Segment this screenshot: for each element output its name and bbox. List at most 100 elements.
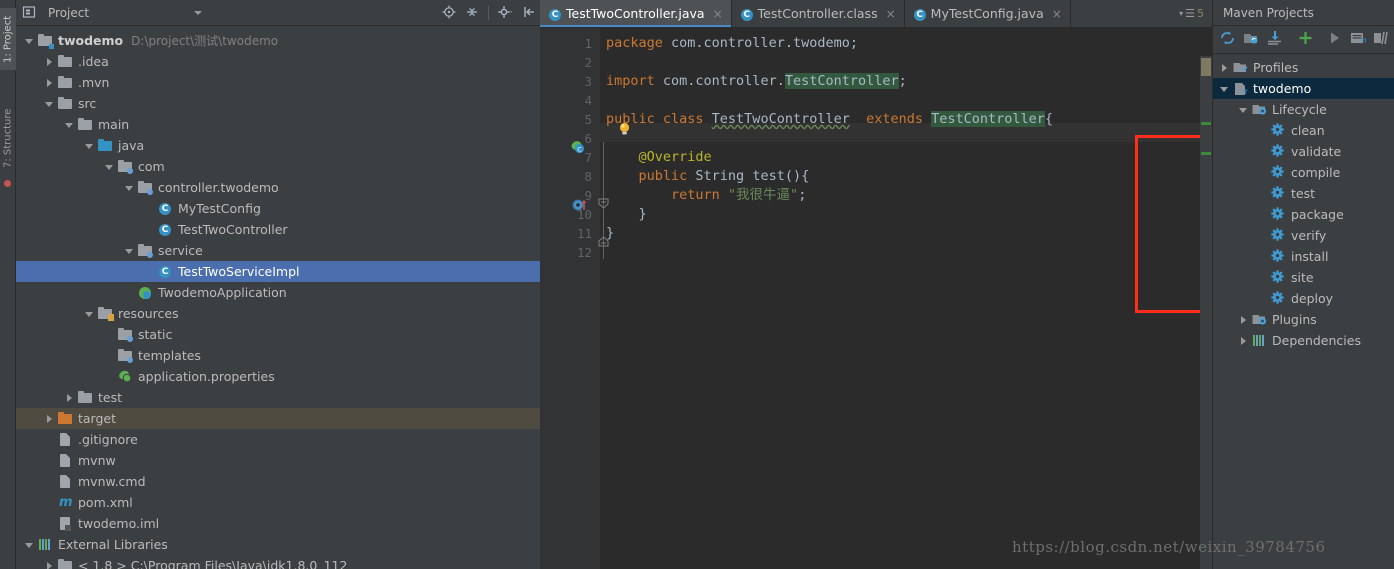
project-tree-row[interactable]: service: [16, 240, 540, 261]
maven-tree-row[interactable]: Lifecycle: [1213, 99, 1394, 120]
chevron-down-icon[interactable]: [24, 35, 35, 46]
project-tree-row[interactable]: resources: [16, 303, 540, 324]
maven-tree-row[interactable]: Plugins: [1213, 309, 1394, 330]
chevron-down-icon[interactable]: [44, 98, 55, 109]
chevron-down-icon[interactable]: [194, 11, 202, 15]
project-tree-row[interactable]: twodemo.iml: [16, 513, 540, 534]
skip-tests-icon[interactable]: [1373, 30, 1389, 49]
chevron-right-icon[interactable]: [44, 413, 55, 424]
code-line[interactable]: [606, 91, 614, 110]
intention-bulb-icon[interactable]: [618, 122, 631, 135]
tool-window-tab-project[interactable]: 1: Project: [0, 8, 16, 70]
project-tree-row[interactable]: application.properties: [16, 366, 540, 387]
editor-tab-bar[interactable]: C TestTwoController.java × C TestController.…: [540, 0, 1212, 28]
code-editor[interactable]: 1 2 3 4 5 6 7 8 9 10 11 12 package com.controller.t…: [540, 28, 1394, 569]
toggle-offline-icon[interactable]: m: [1349, 30, 1367, 49]
project-tree-row[interactable]: test: [16, 387, 540, 408]
chevron-right-icon[interactable]: [44, 56, 55, 67]
fold-region-start-icon[interactable]: [598, 198, 609, 209]
project-tree-row[interactable]: < 1.8 > C:\Program Files\Java\jdk1.8.0_1…: [16, 555, 540, 569]
chevron-down-icon[interactable]: [84, 308, 95, 319]
editor-gutter[interactable]: 1 2 3 4 5 6 7 8 9 10 11 12: [540, 28, 600, 569]
collapse-all-icon[interactable]: [465, 5, 479, 22]
hide-panel-icon[interactable]: [523, 5, 536, 22]
add-icon[interactable]: [1298, 30, 1313, 49]
maven-tree-row[interactable]: test: [1213, 183, 1394, 204]
project-tree-row[interactable]: com: [16, 156, 540, 177]
chevron-down-icon[interactable]: [24, 539, 35, 550]
editor-tab[interactable]: C TestController.class ×: [732, 0, 905, 27]
project-tree-row[interactable]: TwodemoApplication: [16, 282, 540, 303]
project-tree-row[interactable]: src: [16, 93, 540, 114]
code-line[interactable]: public class TestTwoController extends T…: [606, 110, 1053, 129]
maven-tree-row[interactable]: install: [1213, 246, 1394, 267]
project-tree-row[interactable]: .idea: [16, 51, 540, 72]
chevron-down-icon[interactable]: [1219, 83, 1230, 94]
chevron-down-icon[interactable]: [1238, 104, 1249, 115]
code-line[interactable]: package com.controller.twodemo;: [606, 34, 858, 53]
chevron-right-icon[interactable]: [44, 77, 55, 88]
project-tree-row[interactable]: C TestTwoServiceImpl: [16, 261, 540, 282]
tool-window-tab-structure[interactable]: 7: Structure: [0, 105, 16, 171]
chevron-right-icon[interactable]: [1238, 335, 1249, 346]
reimport-icon[interactable]: [1219, 30, 1236, 49]
overriding-method-icon[interactable]: [572, 198, 588, 212]
project-tree-row[interactable]: java: [16, 135, 540, 156]
fold-region-end-icon[interactable]: [598, 236, 609, 247]
code-line[interactable]: [606, 53, 614, 72]
chevron-down-icon[interactable]: [104, 161, 115, 172]
project-tree-row[interactable]: mvnw.cmd: [16, 471, 540, 492]
maven-tree-row[interactable]: deploy: [1213, 288, 1394, 309]
project-tree-row[interactable]: External Libraries: [16, 534, 540, 555]
project-tree-row[interactable]: twodemo D:\project\测试\twodemo: [16, 30, 540, 51]
maven-tree-row[interactable]: package: [1213, 204, 1394, 225]
code-line[interactable]: }: [606, 205, 647, 224]
chevron-down-icon[interactable]: [84, 140, 95, 151]
code-line[interactable]: return "我很牛逼";: [606, 186, 806, 205]
maven-tree-row[interactable]: verify: [1213, 225, 1394, 246]
project-tree-row[interactable]: main: [16, 114, 540, 135]
settings-gear-icon[interactable]: [498, 5, 514, 22]
code-line[interactable]: [606, 129, 614, 148]
chevron-right-icon[interactable]: [64, 392, 75, 403]
project-tree-row[interactable]: target: [16, 408, 540, 429]
editor-tab[interactable]: C MyTestConfig.java ×: [905, 0, 1071, 27]
code-line[interactable]: public String test(){: [606, 167, 810, 186]
chevron-right-icon[interactable]: [1219, 62, 1230, 73]
project-tree-row[interactable]: .mvn: [16, 72, 540, 93]
project-tree-row[interactable]: C TestTwoController: [16, 219, 540, 240]
project-tree-row[interactable]: m pom.xml: [16, 492, 540, 513]
project-tree-row[interactable]: static: [16, 324, 540, 345]
run-icon[interactable]: [1327, 30, 1342, 49]
editor-marker-bar[interactable]: [1200, 56, 1212, 569]
editor-scrollbar-thumb[interactable]: [1201, 58, 1211, 76]
project-tree-row[interactable]: .gitignore: [16, 429, 540, 450]
project-tree-row[interactable]: templates: [16, 345, 540, 366]
close-icon[interactable]: ×: [886, 7, 896, 21]
project-tree-row[interactable]: controller.twodemo: [16, 177, 540, 198]
maven-tree-row[interactable]: m twodemo: [1213, 78, 1394, 99]
editor-tab-list-button[interactable]: ▾ ☰ 5: [1179, 0, 1212, 27]
chevron-right-icon[interactable]: [44, 560, 55, 569]
chevron-down-icon[interactable]: [64, 119, 75, 130]
maven-tree-row[interactable]: compile: [1213, 162, 1394, 183]
maven-tree-row[interactable]: Dependencies: [1213, 330, 1394, 351]
maven-tree-row[interactable]: clean: [1213, 120, 1394, 141]
chevron-down-icon[interactable]: [124, 182, 135, 193]
close-icon[interactable]: ×: [1052, 7, 1062, 21]
maven-tree-row[interactable]: validate: [1213, 141, 1394, 162]
editor-tab[interactable]: C TestTwoController.java ×: [540, 0, 732, 27]
project-tree-row[interactable]: C MyTestConfig: [16, 198, 540, 219]
code-line[interactable]: import com.controller.TestController;: [606, 72, 907, 91]
code-line[interactable]: @Override: [606, 148, 712, 167]
chevron-down-icon[interactable]: [124, 245, 135, 256]
download-sources-icon[interactable]: [1267, 30, 1284, 49]
generate-sources-icon[interactable]: [1243, 30, 1260, 49]
project-tree-row[interactable]: mvnw: [16, 450, 540, 471]
spring-bean-icon[interactable]: C: [570, 140, 585, 155]
maven-tree-row[interactable]: Profiles: [1213, 57, 1394, 78]
maven-tree[interactable]: Profiles m twodemo Lifecycle clean validate co…: [1213, 54, 1394, 351]
maven-tree-row[interactable]: site: [1213, 267, 1394, 288]
code-content[interactable]: package com.controller.twodemo; import c…: [600, 28, 1212, 569]
close-icon[interactable]: ×: [713, 7, 723, 21]
